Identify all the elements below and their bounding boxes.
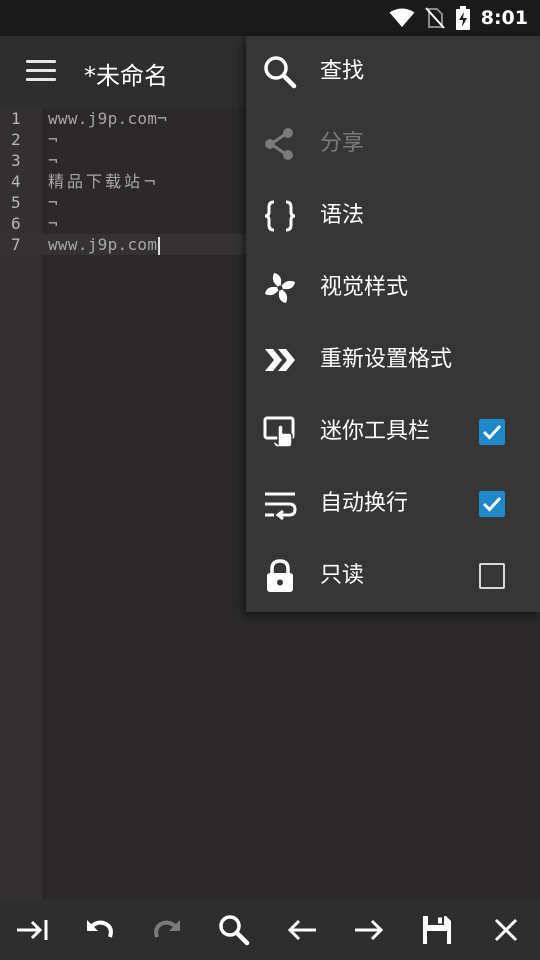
line-number: 6 [11, 214, 21, 233]
line-text: www.j9p.com¬ [48, 109, 168, 128]
menu-item-share[interactable]: 分享 [246, 108, 540, 180]
line-text: ¬ [48, 193, 58, 212]
double-chevron-icon [265, 349, 295, 371]
mini-toolbar-checkbox[interactable] [479, 419, 505, 445]
line-number: 2 [11, 130, 21, 149]
arrow-right-icon[interactable] [351, 912, 387, 948]
line-number: 4 [11, 172, 21, 191]
wrap-text-icon [265, 492, 297, 521]
menu-item-reformat[interactable]: 重新设置格式 [246, 324, 540, 396]
menu-item-find[interactable]: 查找 [246, 36, 540, 108]
word-wrap-checkbox[interactable] [479, 491, 505, 517]
menu-item-label: 分享 [320, 131, 365, 156]
save-icon[interactable] [419, 912, 455, 948]
line-text: ¬ [48, 151, 58, 170]
bottom-toolbar [0, 900, 540, 960]
hamburger-icon[interactable] [26, 60, 56, 84]
line-text: www.j9p.com [48, 235, 158, 254]
undo-icon[interactable] [82, 912, 118, 948]
lock-icon [267, 559, 293, 592]
line-text-wrap: www.j9p.com [48, 234, 161, 255]
line-text: ¬ [48, 130, 58, 149]
line-number: 1 [11, 109, 21, 128]
battery-charging-icon [455, 6, 470, 30]
menu-item-label: 视觉样式 [320, 275, 409, 300]
redo-icon[interactable] [149, 912, 185, 948]
status-time: 8:01 [480, 7, 528, 29]
checkmark-icon [482, 424, 502, 440]
checkmark-icon [482, 496, 502, 512]
line-number: 5 [11, 193, 21, 212]
menu-item-label: 重新设置格式 [320, 347, 453, 372]
document-title: *未命名 [84, 62, 168, 90]
menu-item-mini-toolbar[interactable]: 迷你工具栏 [246, 396, 540, 468]
menu-item-word-wrap[interactable]: 自动换行 [246, 468, 540, 540]
line-number: 3 [11, 151, 21, 170]
arrow-left-icon[interactable] [284, 912, 320, 948]
search-icon [264, 56, 297, 89]
text-cursor [158, 236, 161, 255]
no-sim-icon [424, 7, 445, 29]
pinwheel-icon [265, 273, 295, 303]
status-icons: 8:01 [389, 0, 528, 36]
share-icon [265, 128, 293, 160]
search-icon[interactable] [216, 912, 252, 948]
read-only-checkbox[interactable] [479, 563, 505, 589]
touch-screen-icon [263, 416, 295, 448]
overflow-menu: 查找 分享 语法 视觉样式 重新设置格式 迷你工具栏 自动换行 只读 [246, 36, 540, 612]
menu-item-label: 迷你工具栏 [320, 419, 431, 444]
menu-item-visual-style[interactable]: 视觉样式 [246, 252, 540, 324]
braces-icon [264, 200, 296, 232]
menu-item-label: 自动换行 [320, 491, 409, 516]
menu-item-label: 只读 [320, 563, 365, 588]
line-text: ¬ [48, 214, 58, 233]
close-icon[interactable] [488, 912, 524, 948]
menu-item-label: 语法 [320, 203, 365, 228]
menu-item-read-only[interactable]: 只读 [246, 540, 540, 612]
line-number: 7 [11, 235, 21, 254]
menu-item-syntax[interactable]: 语法 [246, 180, 540, 252]
menu-item-label: 查找 [320, 59, 365, 84]
status-bar: 8:01 [0, 0, 540, 36]
line-text: 精品下载站¬ [48, 172, 160, 191]
indent-icon[interactable] [14, 912, 50, 948]
wifi-icon [389, 8, 415, 27]
